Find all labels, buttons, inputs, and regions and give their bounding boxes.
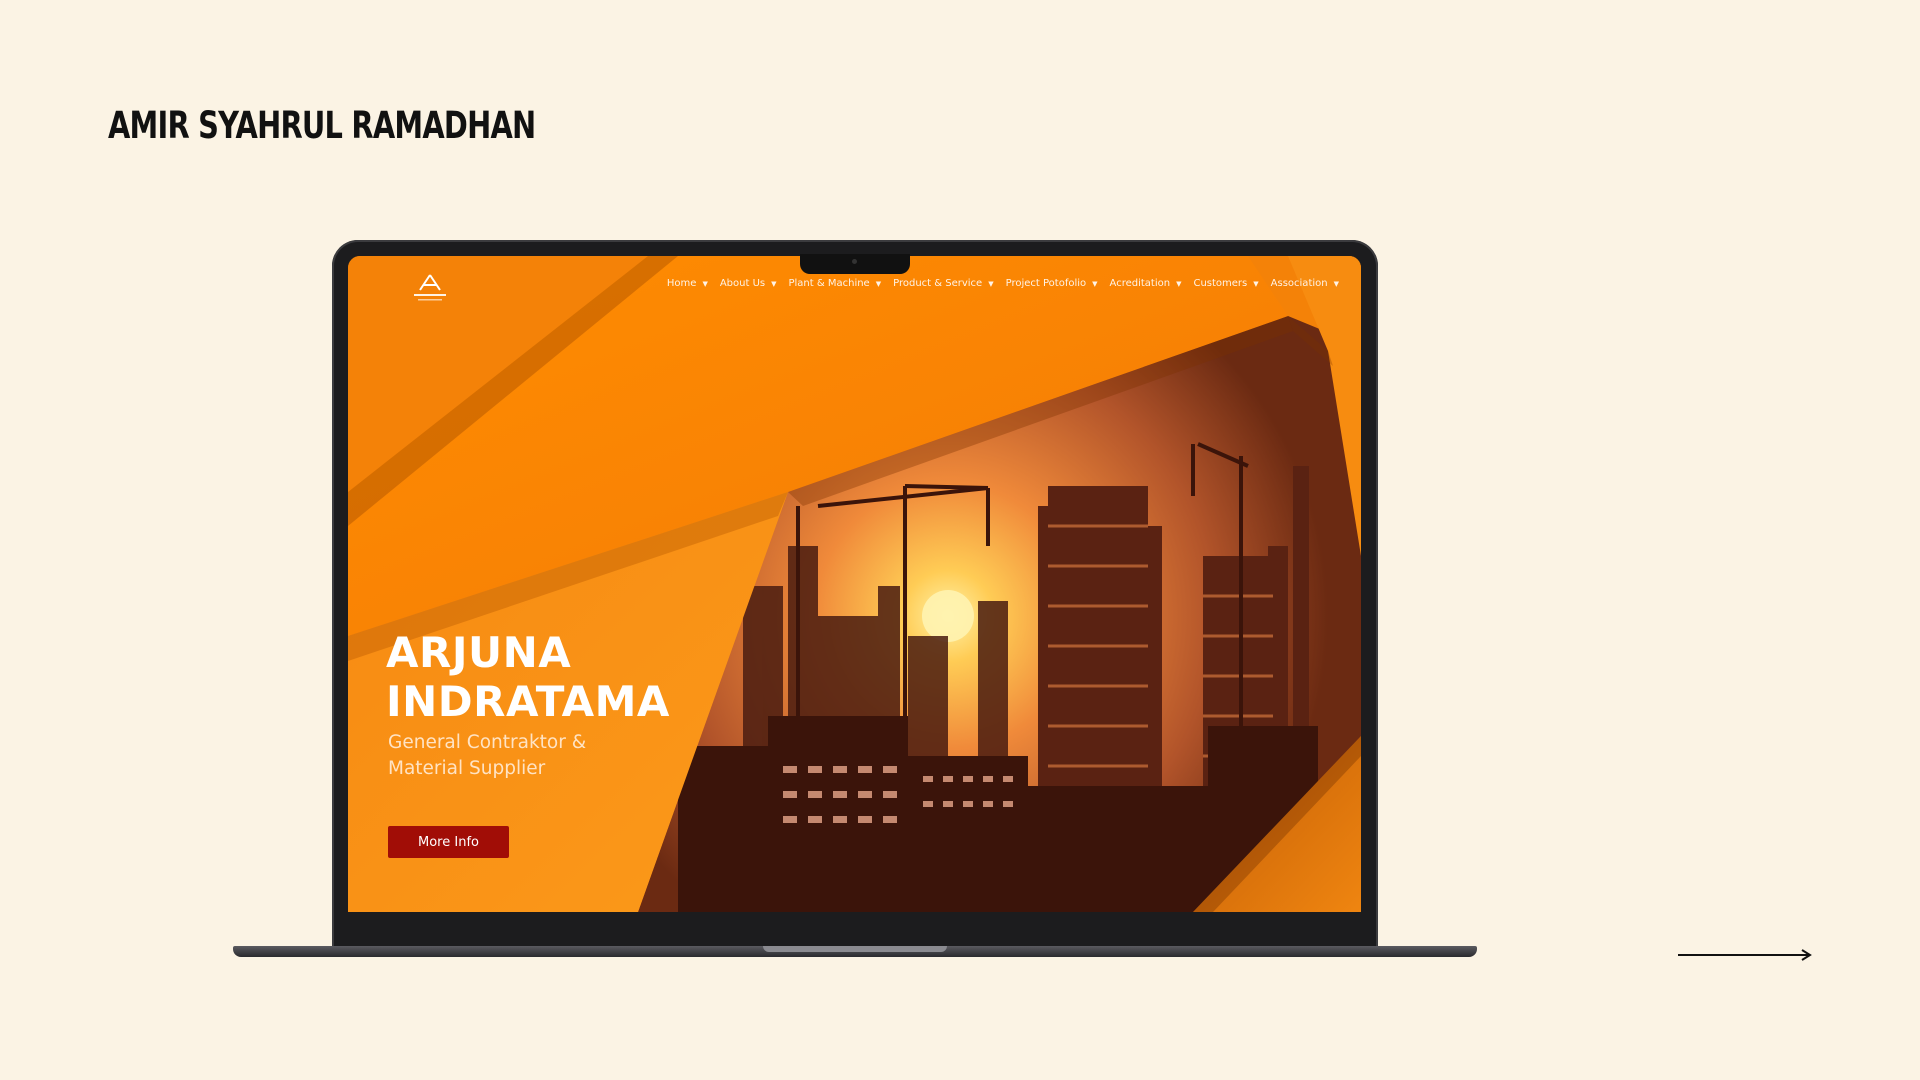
hero-subtitle: General Contraktor & Material Supplier (388, 730, 586, 782)
author-name: AMIR SYAHRUL RAMADHAN (108, 104, 536, 147)
more-info-button[interactable]: More Info (388, 826, 509, 858)
nav-item-label: Association (1270, 278, 1328, 289)
nav-item-label: About Us (719, 278, 766, 289)
website-screen: Home ▼ About Us ▼ Plant & Machine ▼ Prod… (348, 256, 1361, 912)
caret-down-icon: ▼ (875, 279, 882, 288)
nav-item-accreditation[interactable]: Acreditation ▼ (1110, 278, 1182, 289)
hero-title-line: INDRATAMA (386, 677, 670, 726)
nav-item-product-service[interactable]: Product & Service ▼ (893, 278, 993, 289)
nav-item-label: Plant & Machine (788, 278, 870, 289)
nav-item-label: Customers (1193, 278, 1248, 289)
site-nav: Home ▼ About Us ▼ Plant & Machine ▼ Prod… (667, 278, 1339, 289)
hero-title: ARJUNA INDRATAMA (386, 628, 670, 726)
caret-down-icon: ▼ (1253, 279, 1259, 288)
caret-down-icon: ▼ (1092, 279, 1098, 288)
arrow-right-icon[interactable] (1678, 948, 1814, 962)
nav-item-association[interactable]: Association ▼ (1271, 278, 1339, 289)
nav-item-plant-machine[interactable]: Plant & Machine ▼ (789, 278, 882, 289)
nav-item-label: Project Potofolio (1005, 278, 1087, 289)
hero-title-line: ARJUNA (386, 628, 572, 677)
hero-background (348, 256, 1361, 912)
hero-subtitle-line: General Contraktor & (388, 732, 587, 753)
caret-down-icon: ▼ (988, 279, 994, 288)
caret-down-icon: ▼ (1176, 279, 1182, 288)
nav-item-label: Home (666, 278, 697, 289)
nav-item-project-portfolio[interactable]: Project Potofolio ▼ (1006, 278, 1098, 289)
caret-down-icon: ▼ (771, 279, 777, 288)
camera-icon (852, 259, 857, 264)
nav-item-label: Product & Service (893, 278, 983, 289)
caret-down-icon: ▼ (702, 279, 708, 288)
caret-down-icon: ▼ (1333, 279, 1339, 288)
nav-item-about-us[interactable]: About Us ▼ (720, 278, 777, 289)
nav-item-home[interactable]: Home ▼ (667, 278, 708, 289)
laptop-base-notch (763, 946, 947, 952)
nav-item-customers[interactable]: Customers ▼ (1193, 278, 1258, 289)
camera-notch (800, 254, 910, 274)
hero-subtitle-line: Material Supplier (388, 758, 546, 779)
laptop-base (233, 946, 1477, 957)
nav-item-label: Acreditation (1109, 278, 1171, 289)
arjuna-logo-icon[interactable] (408, 272, 452, 306)
